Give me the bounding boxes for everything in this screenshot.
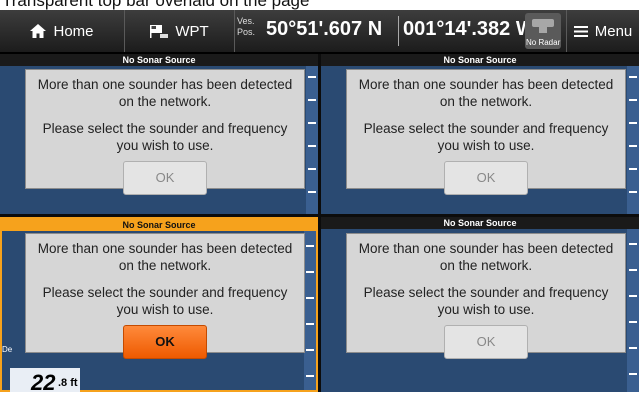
scale-tick (306, 349, 314, 351)
pane-title: No Sonar Source (0, 54, 318, 66)
ok-button[interactable]: OK (444, 325, 528, 359)
depth-label: De (2, 345, 13, 354)
pane-title: No Sonar Source (2, 219, 316, 231)
scale-tick (629, 243, 637, 245)
menu-label: Menu (594, 22, 633, 40)
scale-tick (629, 373, 637, 375)
depth-scale (304, 231, 316, 390)
dialog-prompt: Please select the sounder and frequency … (363, 121, 609, 153)
scale-tick (629, 295, 637, 297)
scale-tick (308, 99, 316, 101)
scale-tick (306, 375, 314, 377)
scale-tick (629, 122, 637, 124)
radar-status-button[interactable]: No Radar (525, 13, 561, 49)
depth-value: 22 (31, 370, 56, 395)
scale-tick (308, 145, 316, 147)
menu-button[interactable]: Menu (566, 10, 639, 52)
depth-scale (627, 229, 639, 392)
scale-tick (629, 269, 637, 271)
latitude-value: 50°51'.607 N (266, 18, 383, 40)
scale-tick (308, 122, 316, 124)
depth-scale (627, 66, 639, 214)
home-icon (30, 24, 47, 38)
menu-icon (573, 25, 588, 37)
dialog-prompt: Please select the sounder and frequency … (42, 121, 288, 153)
dialog-message: More than one sounder has been detected … (37, 77, 293, 109)
position-label-pos: Pos. (237, 27, 256, 37)
scale-tick (308, 76, 316, 78)
scale-tick (629, 76, 637, 78)
scale-tick (306, 271, 314, 273)
position-label-ves: Ves. (237, 16, 255, 26)
position-label: Ves. Pos. (237, 16, 259, 38)
ok-button[interactable]: OK (123, 325, 207, 359)
pane-title: No Sonar Source (321, 54, 639, 66)
dialog-message: More than one sounder has been detected … (358, 241, 614, 273)
dialog-prompt: Please select the sounder and frequency … (42, 285, 288, 317)
scale-tick (306, 323, 314, 325)
depth-scale (306, 66, 318, 214)
scale-tick (306, 245, 314, 247)
scale-tick (308, 191, 316, 193)
sounder-dialog: More than one sounder has been detected … (346, 69, 626, 195)
caption-text: Transparent top bar overlaid on the page (0, 0, 639, 10)
waypoint-flag-icon (150, 24, 169, 38)
sonar-pane-top-left[interactable]: No Sonar Source More than one sounder ha… (0, 54, 318, 214)
dialog-message: More than one sounder has been detected … (37, 241, 293, 273)
home-button[interactable]: Home (0, 10, 125, 52)
longitude-value: 001°14'.382 W (403, 18, 535, 40)
scale-tick (306, 297, 314, 299)
sonar-pane-top-right[interactable]: No Sonar Source More than one sounder ha… (321, 54, 639, 214)
position-divider (398, 16, 399, 46)
scale-tick (629, 99, 637, 101)
scale-tick (629, 347, 637, 349)
scale-tick (629, 168, 637, 170)
radar-icon (532, 19, 554, 27)
vessel-position[interactable]: Ves. Pos. 50°51'.607 N 001°14'.382 W (235, 10, 535, 52)
mfd-screen: Home WPT Ves. Pos. 50°51'.607 N 001°14'.… (0, 10, 639, 395)
scale-tick (308, 168, 316, 170)
home-label: Home (53, 22, 94, 40)
sounder-dialog: More than one sounder has been detected … (346, 233, 626, 359)
dialog-message: More than one sounder has been detected … (358, 77, 614, 109)
depth-readout: 22 .8 ft (10, 368, 80, 395)
pane-title: No Sonar Source (321, 217, 639, 229)
ok-button[interactable]: OK (444, 161, 528, 195)
wpt-button[interactable]: WPT (125, 10, 235, 52)
caption-label: Transparent top bar overlaid on the page (2, 0, 310, 10)
sonar-pane-bottom-left[interactable]: No Sonar Source More than one sounder ha… (0, 217, 318, 392)
sounder-dialog: More than one sounder has been detected … (25, 69, 305, 195)
radar-status-label: No Radar (526, 38, 561, 47)
scale-tick (629, 321, 637, 323)
ok-button[interactable]: OK (123, 161, 207, 195)
wpt-label: WPT (175, 22, 209, 40)
sounder-dialog: More than one sounder has been detected … (25, 233, 305, 359)
top-bar: Home WPT Ves. Pos. 50°51'.607 N 001°14'.… (0, 10, 639, 54)
scale-tick (629, 191, 637, 193)
scale-tick (629, 145, 637, 147)
sonar-pane-bottom-right[interactable]: No Sonar Source More than one sounder ha… (321, 217, 639, 392)
radar-icon-base (539, 27, 547, 33)
dialog-prompt: Please select the sounder and frequency … (363, 285, 609, 317)
depth-unit: .8 ft (58, 377, 78, 389)
